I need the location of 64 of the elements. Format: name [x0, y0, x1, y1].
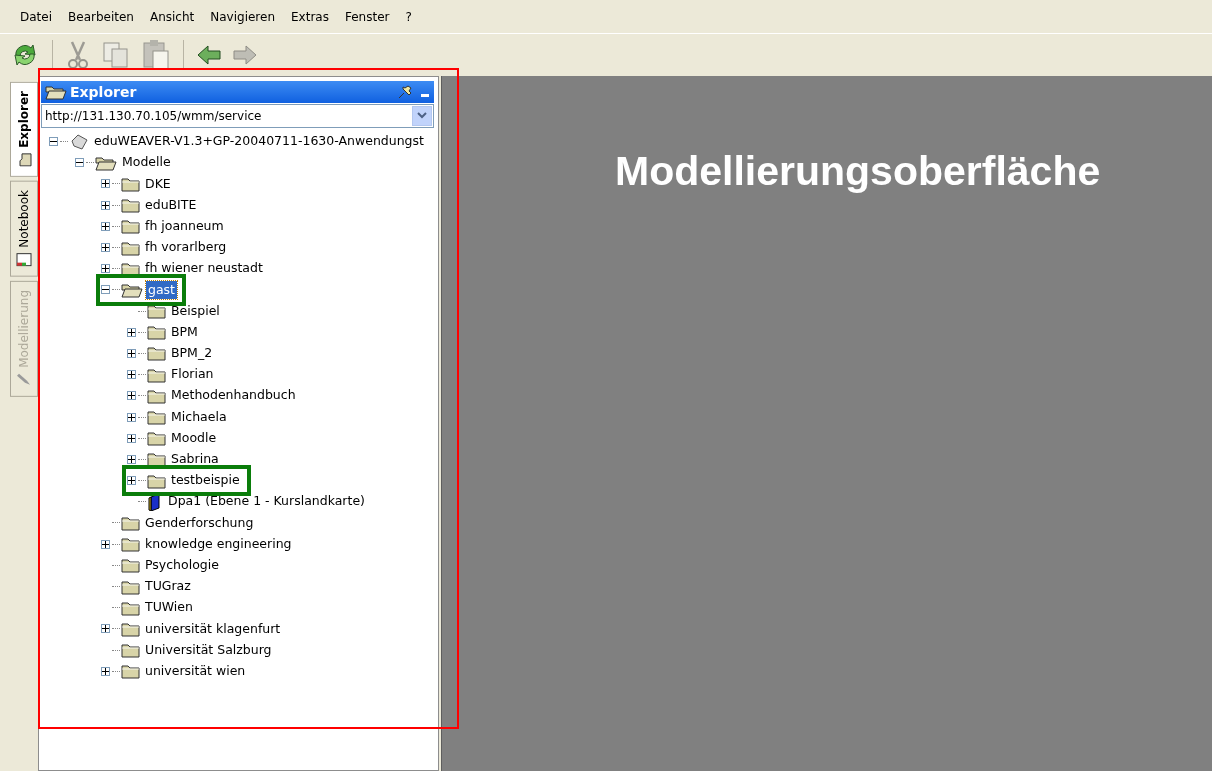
expander-icon[interactable]	[127, 327, 136, 337]
expander-icon[interactable]	[101, 624, 110, 634]
expander-icon[interactable]	[101, 285, 110, 295]
expander-icon[interactable]	[75, 158, 84, 168]
tree-item[interactable]: Michaela	[169, 407, 229, 427]
modeling-canvas[interactable]: Modellierungsoberfläche	[441, 76, 1212, 771]
tree-item[interactable]: BPM	[169, 322, 200, 342]
pin-icon[interactable]	[397, 85, 413, 99]
tree-item[interactable]: Modelle	[120, 153, 173, 173]
menu-item[interactable]: Fenster	[336, 5, 398, 28]
expander-icon[interactable]	[101, 264, 110, 274]
expander-icon[interactable]	[127, 476, 136, 486]
tree-item[interactable]: Beispiel	[169, 301, 222, 321]
menu-item[interactable]: Bearbeiten	[60, 5, 142, 28]
tree-item[interactable]: universität klagenfurt	[143, 619, 283, 639]
tree-item[interactable]: gast	[146, 280, 177, 300]
tree-item[interactable]: universität wien	[143, 661, 248, 681]
expander-icon[interactable]	[127, 348, 136, 358]
expander-icon[interactable]	[127, 433, 136, 443]
expander-icon[interactable]	[49, 137, 58, 147]
tree-item[interactable]: Moodle	[169, 428, 219, 448]
menu-item[interactable]: Extras	[283, 5, 337, 28]
tree-item[interactable]: Sabrina	[169, 450, 221, 469]
tree-item[interactable]: TUWien	[143, 598, 195, 618]
canvas-title: Modellierungsoberfläche	[615, 148, 1101, 194]
notebook-icon	[16, 252, 32, 267]
tree-item[interactable]: TUGraz	[143, 577, 193, 596]
url-combo-field[interactable]: http://131.130.70.105/wmm/service	[41, 104, 434, 128]
expander-icon[interactable]	[127, 370, 136, 380]
menu-item[interactable]: Ansicht	[141, 5, 203, 28]
menu-item[interactable]: Navigieren	[202, 5, 284, 28]
tree-item[interactable]: fh joanneum	[143, 216, 226, 236]
expander-icon[interactable]	[101, 179, 110, 189]
folder-icon	[16, 152, 32, 167]
menu-item[interactable]: Datei	[12, 5, 60, 28]
tree-item[interactable]: fh vorarlberg	[143, 238, 229, 257]
expander-icon[interactable]	[101, 221, 110, 231]
expander-icon[interactable]	[101, 666, 110, 676]
expander-icon[interactable]	[101, 200, 110, 210]
tree-item[interactable]: testbeispie	[169, 471, 242, 490]
tree-item[interactable]: Psychologie	[143, 555, 221, 575]
tree-item[interactable]: DKE	[143, 174, 173, 194]
tree-item[interactable]: BPM_2	[169, 344, 215, 363]
tree-item[interactable]: Methodenhandbuch	[169, 386, 298, 406]
tree-item[interactable]: Dpa1 (Ebene 1 - Kurslandkarte)	[166, 492, 367, 512]
expander-icon[interactable]	[127, 454, 136, 464]
pencil-icon	[16, 372, 32, 387]
tree-item[interactable]: eduWEAVER-V1.3+GP-20040711-1630-Anwendungst	[92, 132, 426, 151]
tree-item[interactable]: knowledge engineering	[143, 534, 294, 554]
menu-item[interactable]: ?	[397, 5, 420, 28]
panel-title: Explorer	[70, 82, 137, 102]
tree-item[interactable]: fh wiener neustadt	[143, 259, 265, 279]
tree-item[interactable]: Florian	[169, 365, 216, 385]
tree-item[interactable]: Genderforschung	[143, 513, 256, 533]
expander-icon[interactable]	[101, 243, 110, 253]
tree-item[interactable]: eduBITE	[143, 195, 199, 215]
back-arrow-icon[interactable]	[196, 44, 222, 66]
side-tab[interactable]: Explorer	[10, 82, 38, 177]
expander-icon[interactable]	[127, 412, 136, 422]
side-tab[interactable]: Notebook	[10, 180, 38, 277]
expander-icon[interactable]	[127, 391, 136, 401]
folder-icon	[45, 84, 67, 100]
tree-item[interactable]: Universität Salzburg	[143, 640, 274, 660]
expander-icon[interactable]	[101, 539, 110, 549]
